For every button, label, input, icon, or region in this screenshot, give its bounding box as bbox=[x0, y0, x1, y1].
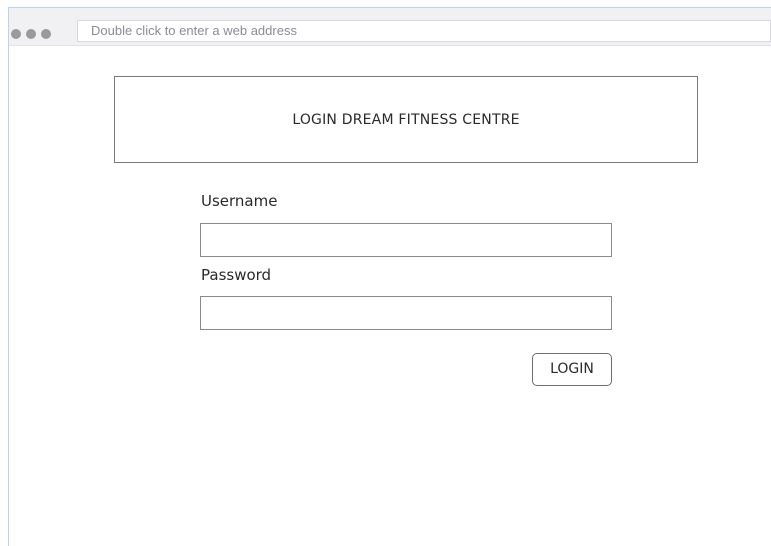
password-label: Password bbox=[201, 266, 272, 284]
window-control-dot-icon[interactable] bbox=[26, 29, 36, 39]
browser-toolbar: Double click to enter a web address bbox=[9, 8, 771, 46]
username-input[interactable] bbox=[200, 223, 612, 257]
page-content: LOGIN DREAM FITNESS CENTRE Username Pass… bbox=[9, 46, 771, 546]
window-control-dot-icon[interactable] bbox=[41, 29, 51, 39]
password-input[interactable] bbox=[200, 296, 612, 330]
login-button[interactable]: LOGIN bbox=[532, 353, 612, 386]
window-control-dot-icon[interactable] bbox=[11, 29, 21, 39]
address-bar[interactable]: Double click to enter a web address bbox=[77, 20, 771, 42]
page-title: LOGIN DREAM FITNESS CENTRE bbox=[114, 76, 698, 163]
username-label: Username bbox=[201, 192, 278, 210]
browser-window: Double click to enter a web address LOGI… bbox=[8, 7, 771, 546]
